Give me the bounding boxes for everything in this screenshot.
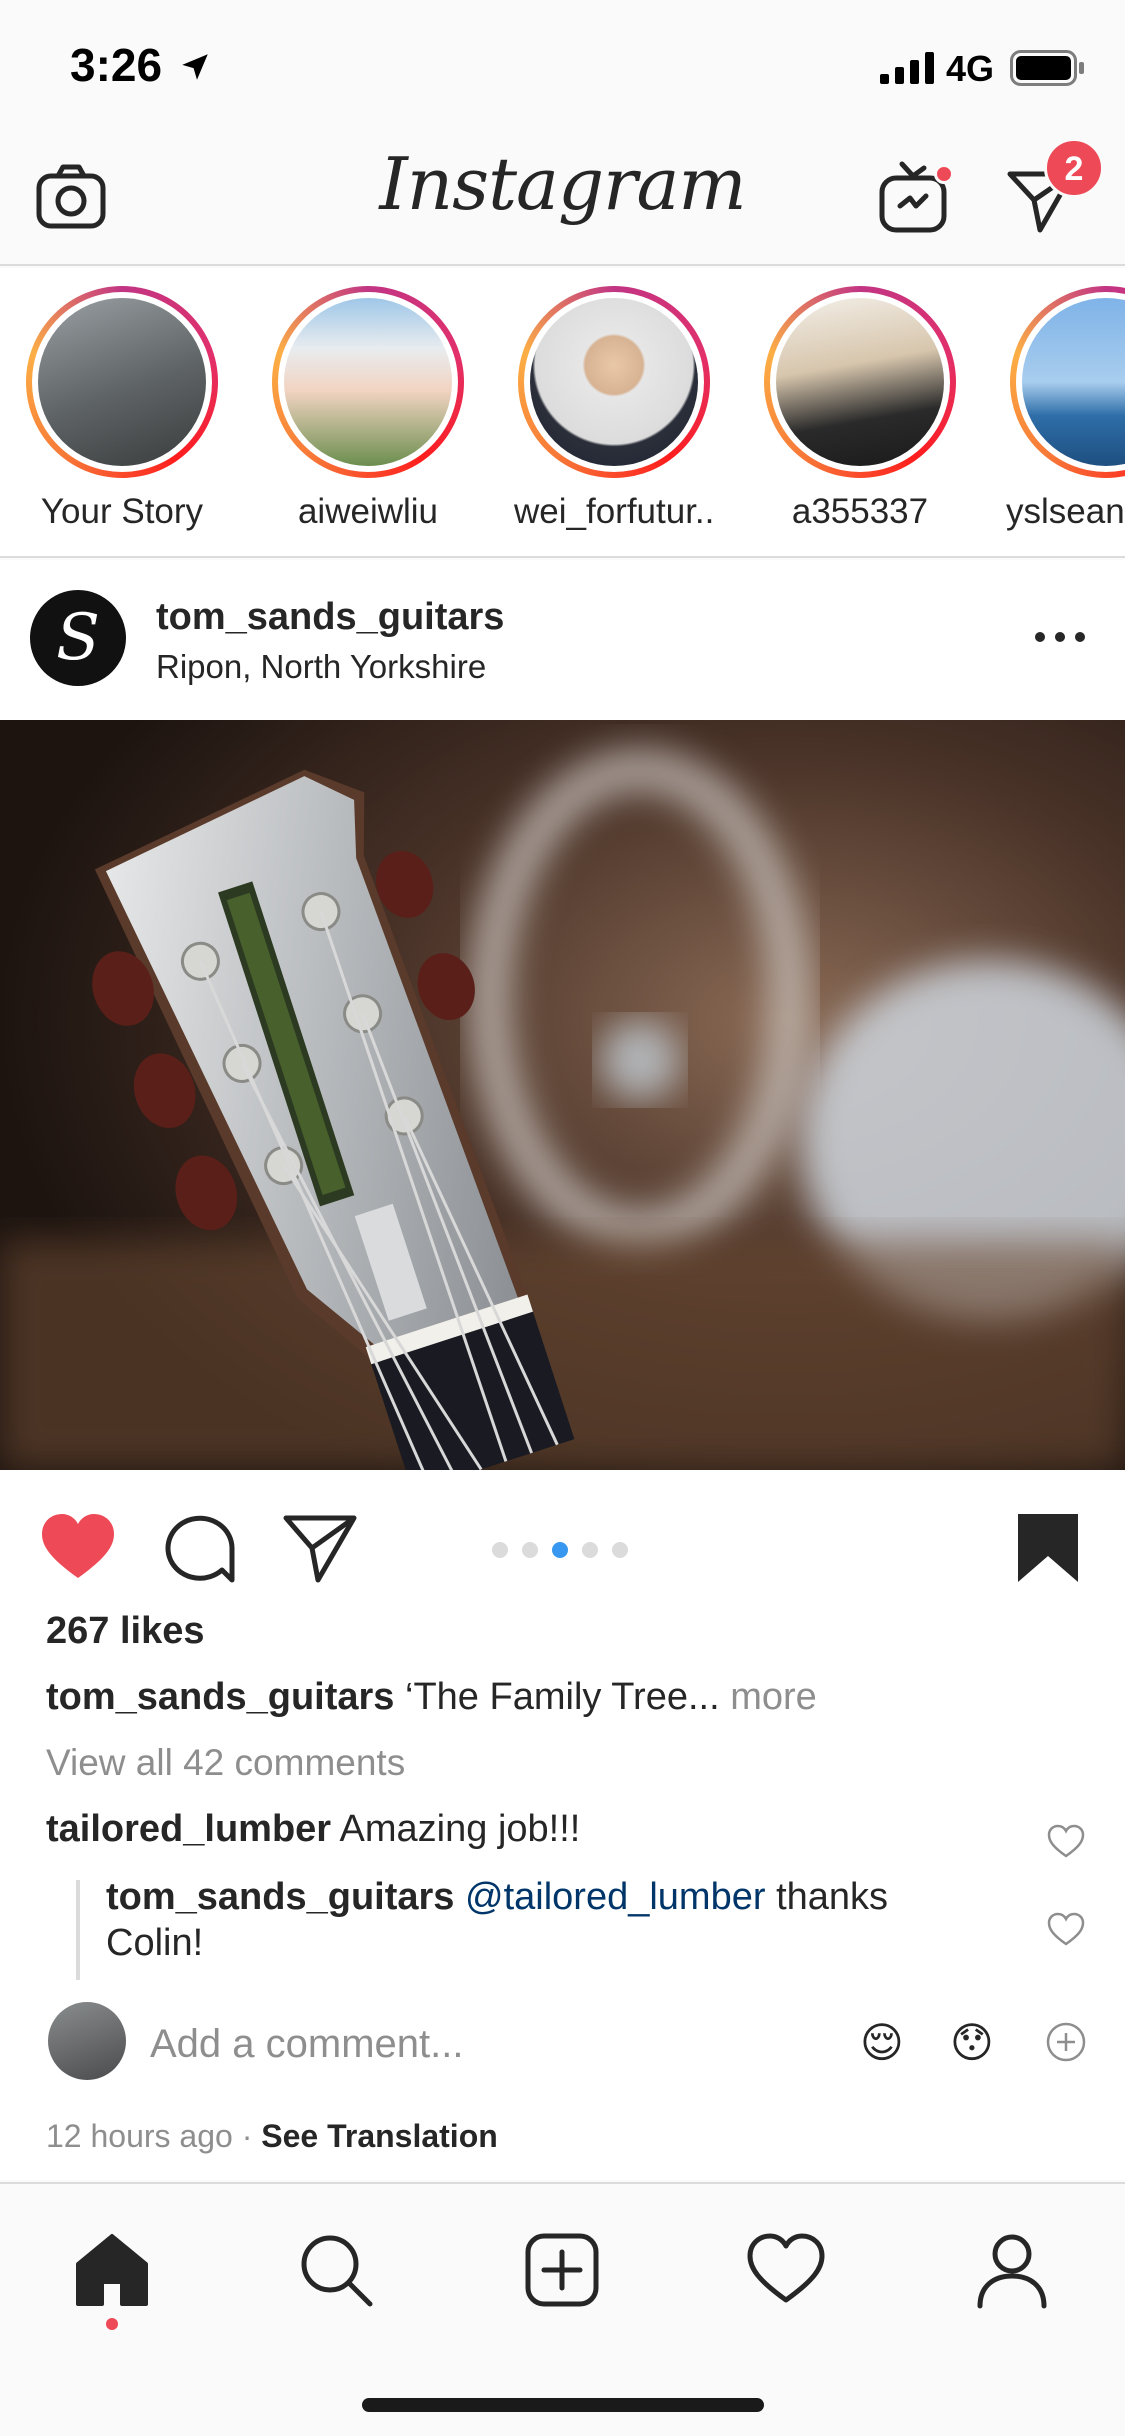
avatar [1022,298,1125,466]
reply-username[interactable]: tom_sands_guitars [106,1876,454,1918]
avatar [38,298,206,466]
comment-icon[interactable] [160,1508,240,1588]
story-item-your-story[interactable]: Your Story [22,286,222,532]
post-actions-bar [0,1470,1125,1610]
stories-tray[interactable]: Your Story aiweiwliu wei_forfutur... a35… [0,268,1125,558]
guitar-headstock-photo [0,720,1125,1470]
quick-emoji-relieved[interactable]: 😌 [860,2018,904,2068]
activity-heart-icon[interactable] [746,2230,826,2310]
post-details: 267 likes tom_sands_guitars ‘The Family … [0,1610,1125,2180]
post-header: S tom_sands_guitars Ripon, North Yorkshi… [0,560,1125,720]
story-item-yslsean[interactable]: yslsean [1006,286,1125,532]
quick-emoji-hushed[interactable]: 😯 [950,2018,994,2068]
status-bar: 3:26 4G [0,0,1125,130]
home-activity-dot [106,2318,118,2330]
avatar [284,298,452,466]
post-photo[interactable] [0,720,1125,1470]
carousel-dot [582,1542,598,1558]
story-ring [764,286,956,478]
comment-username[interactable]: tailored_lumber [46,1808,331,1850]
igtv-notification-dot [934,164,954,184]
new-post-icon[interactable] [522,2230,602,2310]
caption-more-link[interactable]: more [730,1676,817,1718]
post-author-username[interactable]: tom_sands_guitars [156,596,504,639]
add-emoji-plus-icon[interactable] [1044,2020,1088,2064]
current-user-avatar [48,2002,126,2080]
story-item-wei-forfutur[interactable]: wei_forfutur... [514,286,714,532]
network-type: 4G [946,48,995,89]
avatar [776,298,944,466]
view-all-comments-link[interactable]: View all 42 comments [46,1742,405,1784]
like-count[interactable]: 267 likes [46,1610,204,1653]
story-ring [26,286,218,478]
story-label: yslsean [1006,492,1125,531]
story-ring [272,286,464,478]
search-icon[interactable] [296,2230,376,2310]
caption-text: ‘The Family Tree... [405,1676,720,1718]
comment-text: Amazing job!!! [339,1808,581,1850]
post-meta: 12 hours ago · See Translation [46,2118,498,2155]
share-icon[interactable] [280,1508,360,1588]
story-ring [1010,286,1125,478]
story-label: Your Story [40,492,204,531]
see-translation-link[interactable]: See Translation [261,2118,498,2154]
meta-separator: · [241,2118,253,2154]
post-author-avatar[interactable]: S [30,590,126,686]
story-item-a355337[interactable]: a355337 [760,286,960,532]
battery-icon [1010,50,1084,86]
app-header: Instagram 2 [0,130,1125,266]
caption-username[interactable]: tom_sands_guitars [46,1676,394,1718]
carousel-dot [492,1542,508,1558]
story-ring [518,286,710,478]
comment-reply-item: tom_sands_guitars @tailored_lumber thank… [106,1874,966,1966]
reply-like-heart-icon[interactable] [1046,1910,1086,1950]
profile-icon[interactable] [972,2230,1052,2310]
carousel-dot-active [552,1542,568,1558]
carousel-indicator [492,1542,628,1558]
instagram-logo: Instagram [379,142,746,226]
add-comment-input[interactable] [150,2014,790,2074]
comment-item: tailored_lumber Amazing job!!! [46,1808,580,1851]
post-location[interactable]: Ripon, North Yorkshire [156,648,486,686]
status-time: 3:26 [70,39,163,91]
avatar [530,298,698,466]
like-heart-icon[interactable] [38,1508,118,1588]
more-options-icon[interactable] [1032,622,1088,652]
home-indicator-bar[interactable] [362,2398,764,2412]
location-arrow-icon [182,54,208,80]
home-icon[interactable] [72,2230,152,2310]
post-timestamp: 12 hours ago [46,2118,233,2154]
reply-thread-line [76,1880,80,1980]
carousel-dot [612,1542,628,1558]
story-label: a355337 [791,492,929,531]
carousel-dot [522,1542,538,1558]
direct-unread-badge: 2 [1044,138,1104,198]
bottom-tab-bar [0,2182,1125,2436]
comment-like-heart-icon[interactable] [1046,1822,1086,1862]
story-item-aiweiwliu[interactable]: aiweiwliu [268,286,468,532]
cellular-signal-icon [880,52,934,84]
add-comment-row: 😌 😯 [0,1990,1125,2100]
story-label: wei_forfutur... [514,492,714,531]
story-label: aiweiwliu [297,492,439,531]
reply-mention[interactable]: @tailored_lumber [465,1876,766,1918]
bookmark-icon[interactable] [1008,1508,1088,1588]
post-caption: tom_sands_guitars ‘The Family Tree... mo… [46,1676,817,1719]
